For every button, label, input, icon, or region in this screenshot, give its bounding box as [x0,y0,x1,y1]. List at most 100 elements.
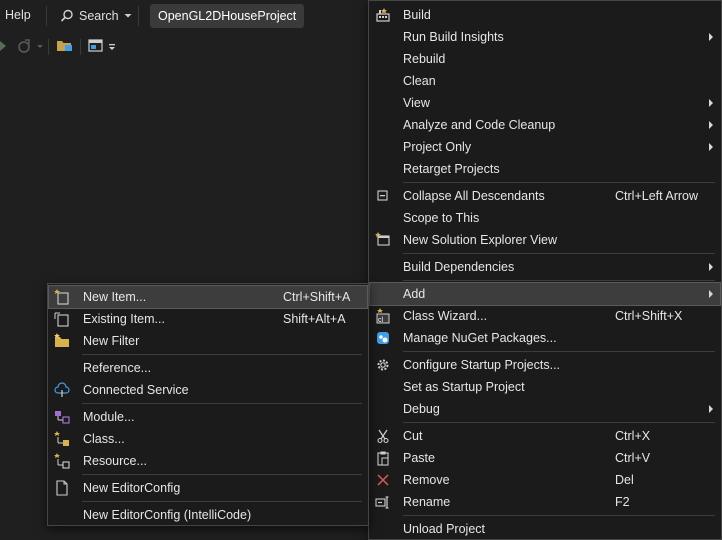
submenu-item-module[interactable]: Module... [49,406,367,428]
menu-item-clean[interactable]: Clean [370,70,720,92]
submenu-item-class[interactable]: Class... [49,428,367,450]
menu-item-shortcut: Ctrl+Left Arrow [615,189,699,203]
menu-item-scope-to-this[interactable]: Scope to This [370,207,720,229]
menu-item-label: Add [403,287,426,301]
menu-separator [403,422,715,423]
menu-item-label: Set as Startup Project [403,380,525,394]
menu-item-class-wizard[interactable]: cl Class Wizard... Ctrl+Shift+X [370,305,720,327]
submenu-item-new-editorconfig[interactable]: New EditorConfig [49,477,367,499]
submenu-arrow-icon [709,290,713,298]
menu-item-label: Analyze and Code Cleanup [403,118,556,132]
search-button[interactable]: Search [60,6,132,26]
menu-item-cut[interactable]: Cut Ctrl+X [370,425,720,447]
new-window-icon [375,232,390,246]
svg-text:cl: cl [378,317,384,324]
play-icon[interactable] [0,38,8,54]
menu-item-build[interactable]: Build [370,4,720,26]
submenu-arrow-icon [709,143,713,151]
submenu-item-label: New Item... [83,290,147,304]
menu-item-retarget-projects[interactable]: Retarget Projects [370,158,720,180]
menu-separator [403,280,715,281]
menu-item-label: Run Build Insights [403,30,504,44]
add-submenu: New Item... Ctrl+Shift+A Existing Item..… [47,283,369,526]
menu-item-configure-startup-projects[interactable]: Configure Startup Projects... [370,354,720,376]
debug-refresh-icon[interactable] [16,38,32,54]
menu-item-label: Configure Startup Projects... [403,358,561,372]
menu-item-label: Unload Project [403,522,485,536]
menu-separator [46,6,47,26]
submenu-arrow-icon [709,33,713,41]
submenu-item-label: New EditorConfig [83,481,181,495]
class-wizard-icon: cl [376,308,390,324]
menu-item-rebuild[interactable]: Rebuild [370,48,720,70]
menu-item-label: Paste [403,451,435,465]
chevron-down-icon[interactable] [108,44,116,52]
menu-separator [403,253,715,254]
submenu-item-existing-item[interactable]: Existing Item... Shift+Alt+A [49,308,367,330]
submenu-arrow-icon [709,121,713,129]
menu-item-shortcut: Ctrl+V [615,451,651,465]
menu-item-label: Manage NuGet Packages... [403,331,557,345]
menu-help[interactable]: Help [5,8,31,22]
menu-item-label: Project Only [403,140,472,154]
menu-item-unload-project[interactable]: Unload Project [370,518,720,540]
window-layout-icon[interactable] [88,38,104,54]
menu-item-label: Scope to This [403,211,480,225]
menu-item-paste[interactable]: Paste Ctrl+V [370,447,720,469]
chevron-down-icon[interactable] [36,38,44,54]
menu-item-rename[interactable]: Rename F2 [370,491,720,513]
menu-item-run-build-insights[interactable]: Run Build Insights [370,26,720,48]
submenu-item-shortcut: Shift+Alt+A [283,312,346,326]
menu-item-collapse-all-descendants[interactable]: Collapse All Descendants Ctrl+Left Arrow [370,185,720,207]
submenu-item-label: Module... [83,410,135,424]
collapse-icon [377,190,388,201]
class-icon [54,431,69,446]
menu-item-build-dependencies[interactable]: Build Dependencies [370,256,720,278]
close-icon [377,474,389,486]
menu-item-analyze-and-code-cleanup[interactable]: Analyze and Code Cleanup [370,114,720,136]
menu-item-label: Cut [403,429,423,443]
submenu-item-label: Reference... [83,361,152,375]
menu-item-label: Class Wizard... [403,309,488,323]
submenu-item-label: Connected Service [83,383,189,397]
menu-item-shortcut: Del [615,473,634,487]
menu-item-label: Rebuild [403,52,446,66]
submenu-item-new-editorconfig-intellicode[interactable]: New EditorConfig (IntelliCode) [49,504,367,526]
menu-item-set-as-startup-project[interactable]: Set as Startup Project [370,376,720,398]
folder-sync-icon[interactable] [56,38,74,54]
menu-item-view[interactable]: View [370,92,720,114]
submenu-item-new-filter[interactable]: New Filter [49,330,367,352]
menu-item-new-solution-explorer-view[interactable]: New Solution Explorer View [370,229,720,251]
toolbar-separator [80,39,81,55]
menu-separator [403,182,715,183]
menu-item-add[interactable]: Add [369,282,721,306]
menu-item-manage-nuget-packages[interactable]: Manage NuGet Packages... [370,327,720,349]
menu-item-label: New Solution Explorer View [403,233,558,247]
rename-icon [375,496,389,509]
project-context-menu: Build Run Build Insights Rebuild Clean V… [368,0,722,540]
submenu-item-resource[interactable]: Resource... [49,450,367,472]
menu-item-remove[interactable]: Remove Del [370,469,720,491]
menu-item-label: Rename [403,495,451,509]
submenu-item-shortcut: Ctrl+Shift+A [283,290,351,304]
submenu-item-new-item[interactable]: New Item... Ctrl+Shift+A [48,285,368,309]
submenu-item-label: New EditorConfig (IntelliCode) [83,508,252,522]
menu-separator [82,403,362,404]
menu-item-project-only[interactable]: Project Only [370,136,720,158]
menu-item-debug[interactable]: Debug [370,398,720,420]
resource-icon [54,453,70,469]
submenu-arrow-icon [709,99,713,107]
gear-icon [377,359,389,371]
new-item-icon [54,289,69,305]
menu-item-label: Retarget Projects [403,162,500,176]
menu-item-label: Build Dependencies [403,260,515,274]
submenu-item-connected-service[interactable]: Connected Service [49,379,367,401]
menu-separator [138,6,139,26]
toolbar-separator [48,39,49,55]
menu-separator [82,501,362,502]
menu-item-shortcut: Ctrl+Shift+X [615,309,683,323]
submenu-item-reference[interactable]: Reference... [49,357,367,379]
project-title-badge[interactable]: OpenGL2DHouseProject [150,4,305,28]
menu-separator [82,354,362,355]
submenu-item-label: Class... [83,432,125,446]
